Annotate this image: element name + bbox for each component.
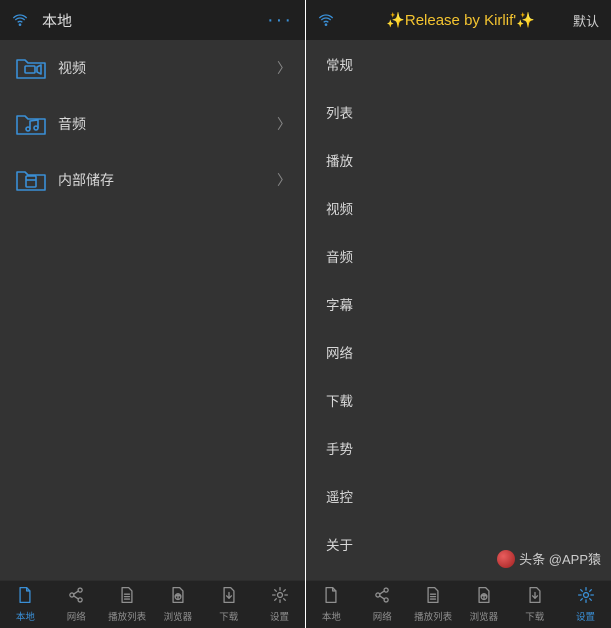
nav-label: 浏览器 xyxy=(164,609,193,623)
nav-label: 本地 xyxy=(322,609,341,623)
menu-item[interactable]: 列表 xyxy=(306,88,611,136)
download-icon xyxy=(526,586,544,607)
menu-item[interactable]: 网络 xyxy=(306,328,611,376)
bottom-nav-right: 本地 网络 播放列表 浏览器 下载 设置 xyxy=(306,580,611,628)
nav-browser[interactable]: 浏览器 xyxy=(458,581,509,628)
nav-doc[interactable]: 本地 xyxy=(306,581,357,628)
folder-label: 音频 xyxy=(58,114,277,134)
nav-gear[interactable]: 设置 xyxy=(560,581,611,628)
menu-item[interactable]: 播放 xyxy=(306,136,611,184)
menu-item[interactable]: 视频 xyxy=(306,184,611,232)
nav-playlist[interactable]: 播放列表 xyxy=(102,581,153,628)
gear-icon xyxy=(271,586,289,607)
download-icon xyxy=(220,586,238,607)
browser-icon xyxy=(169,586,187,607)
page-title-right: ✨Release by Kirlif'✨ xyxy=(348,11,573,29)
gear-icon xyxy=(577,586,595,607)
header-left: 本地 ··· xyxy=(0,0,305,40)
share-icon xyxy=(67,586,85,607)
local-pane: 本地 ··· 视频〉音频〉内部储存〉 本地网络播放列表浏览器下载设置 xyxy=(0,0,305,628)
folder-list: 视频〉音频〉内部储存〉 xyxy=(0,40,305,580)
nav-browser[interactable]: 浏览器 xyxy=(152,581,203,628)
folder-audio[interactable]: 音频〉 xyxy=(0,96,305,152)
bottom-nav-left: 本地 网络 播放列表 浏览器 下载 设置 xyxy=(0,580,305,628)
nav-download[interactable]: 下载 xyxy=(509,581,560,628)
folder-video-icon xyxy=(14,54,48,82)
folder-label: 视频 xyxy=(58,58,277,78)
nav-gear[interactable]: 设置 xyxy=(254,581,305,628)
folder-audio-icon xyxy=(14,110,48,138)
nav-label: 本地 xyxy=(16,609,35,623)
browser-icon xyxy=(475,586,493,607)
folder-storage[interactable]: 内部储存〉 xyxy=(0,152,305,208)
menu-item[interactable]: 字幕 xyxy=(306,280,611,328)
folder-video[interactable]: 视频〉 xyxy=(0,40,305,96)
chevron-right-icon: 〉 xyxy=(277,114,291,134)
settings-pane: ✨Release by Kirlif'✨ 默认 常规列表播放视频音频字幕网络下载… xyxy=(306,0,611,628)
more-button[interactable]: ··· xyxy=(267,9,293,32)
header-right: ✨Release by Kirlif'✨ 默认 xyxy=(306,0,611,40)
menu-item[interactable]: 手势 xyxy=(306,424,611,472)
nav-label: 网络 xyxy=(373,609,392,623)
nav-download[interactable]: 下载 xyxy=(203,581,254,628)
nav-label: 播放列表 xyxy=(108,609,146,623)
doc-icon xyxy=(16,586,34,607)
nav-label: 网络 xyxy=(67,609,86,623)
nav-label: 下载 xyxy=(525,609,544,623)
nav-playlist[interactable]: 播放列表 xyxy=(408,581,459,628)
share-icon xyxy=(373,586,391,607)
chevron-right-icon: 〉 xyxy=(277,170,291,190)
nav-label: 下载 xyxy=(219,609,238,623)
menu-item[interactable]: 音频 xyxy=(306,232,611,280)
folder-storage-icon xyxy=(14,166,48,194)
nav-label: 设置 xyxy=(270,609,289,623)
settings-menu: 常规列表播放视频音频字幕网络下载手势遥控关于 xyxy=(306,40,611,580)
page-title-left: 本地 xyxy=(42,10,72,31)
default-button[interactable]: 默认 xyxy=(573,11,599,30)
menu-item[interactable]: 关于 xyxy=(306,520,611,568)
menu-item[interactable]: 遥控 xyxy=(306,472,611,520)
wifi-icon[interactable] xyxy=(12,12,28,28)
wifi-icon[interactable] xyxy=(318,12,334,28)
playlist-icon xyxy=(118,586,136,607)
nav-doc[interactable]: 本地 xyxy=(0,581,51,628)
nav-share[interactable]: 网络 xyxy=(357,581,408,628)
playlist-icon xyxy=(424,586,442,607)
nav-label: 播放列表 xyxy=(414,609,452,623)
doc-icon xyxy=(322,586,340,607)
menu-item[interactable]: 常规 xyxy=(306,40,611,88)
nav-share[interactable]: 网络 xyxy=(51,581,102,628)
chevron-right-icon: 〉 xyxy=(277,58,291,78)
menu-item[interactable]: 下载 xyxy=(306,376,611,424)
folder-label: 内部储存 xyxy=(58,170,277,190)
nav-label: 浏览器 xyxy=(470,609,499,623)
nav-label: 设置 xyxy=(576,609,595,623)
